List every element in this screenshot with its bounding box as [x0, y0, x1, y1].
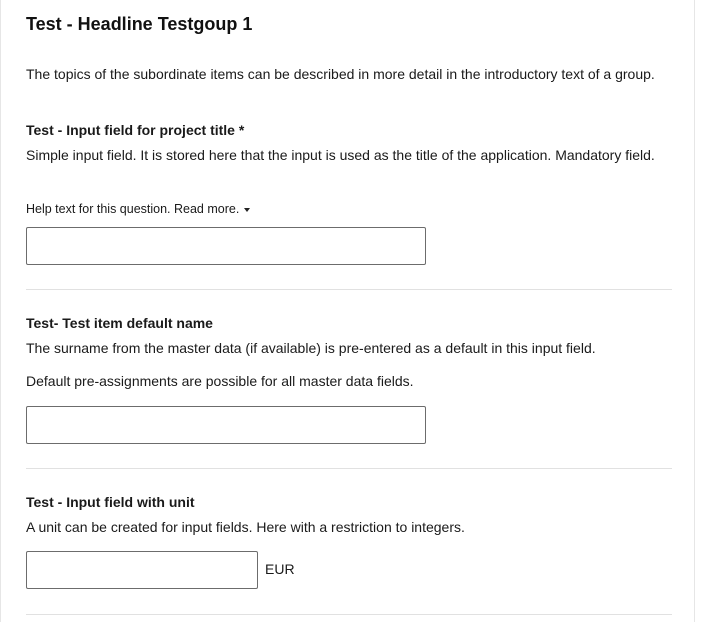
divider	[26, 289, 672, 290]
caret-down-icon	[244, 208, 251, 212]
question-title-default-name: Test- Test item default name	[26, 315, 213, 331]
project-title-input[interactable]	[26, 227, 426, 265]
group-intro: The topics of the subordinate items can …	[26, 66, 655, 82]
amount-input[interactable]	[26, 551, 258, 589]
question-title-project-title: Test - Input field for project title *	[26, 122, 245, 138]
divider	[26, 614, 672, 615]
help-text-label: Help text for this question. Read more.	[26, 202, 240, 216]
question-description-default-name-note: Default pre-assignments are possible for…	[26, 373, 414, 389]
question-description-project-title: Simple input field. It is stored here th…	[26, 147, 655, 163]
form-panel: Test - Headline Testgoup 1 The topics of…	[0, 0, 695, 622]
group-title: Test - Headline Testgoup 1	[26, 14, 253, 34]
question-title-unit-field: Test - Input field with unit	[26, 494, 195, 510]
question-description-unit-field: A unit can be created for input fields. …	[26, 519, 465, 535]
divider	[26, 468, 672, 469]
unit-label: EUR	[265, 561, 295, 577]
help-text-toggle[interactable]: Help text for this question. Read more.	[26, 202, 251, 216]
question-description-default-name: The surname from the master data (if ava…	[26, 340, 596, 356]
default-name-input[interactable]	[26, 406, 426, 444]
